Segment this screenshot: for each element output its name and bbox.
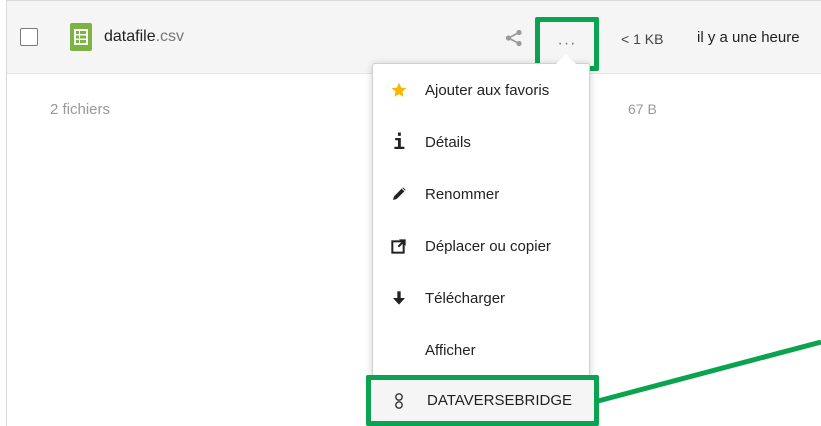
- summary-file-count: 2 fichiers: [50, 101, 111, 118]
- share-icon[interactable]: [504, 29, 524, 47]
- info-icon: i: [392, 130, 406, 154]
- file-name-base: datafile: [104, 28, 156, 45]
- menu-item-label: Afficher: [425, 341, 476, 359]
- file-extension: .csv: [155, 28, 185, 45]
- menu-item-label: Renommer: [425, 185, 500, 203]
- menu-item-label: Télécharger: [425, 289, 506, 307]
- download-icon: [387, 286, 411, 310]
- spreadsheet-file-icon: [70, 23, 92, 51]
- menu-item-dataversebridge[interactable]: DATAVERSEBRIDGE: [366, 375, 599, 426]
- file-actions-menu: Ajouter aux favoris i Détails Renommer D…: [372, 63, 590, 426]
- menu-item-label: Détails: [425, 133, 471, 151]
- menu-item-label: Ajouter aux favoris: [425, 81, 550, 99]
- file-modified-time: il y a une heure: [697, 29, 800, 46]
- star-icon: [387, 78, 411, 102]
- menu-item-favorite[interactable]: Ajouter aux favoris: [373, 64, 589, 116]
- menu-item-details[interactable]: i Détails: [373, 116, 589, 168]
- menu-arrow: [556, 54, 576, 64]
- summary-total-size: 67 B: [628, 101, 657, 117]
- more-dots-icon: ···: [557, 35, 577, 52]
- blank-icon: [387, 338, 411, 362]
- menu-item-rename[interactable]: Renommer: [373, 168, 589, 220]
- menu-item-label: Déplacer ou copier: [425, 237, 551, 255]
- pencil-icon: [387, 182, 411, 206]
- menu-item-label: DATAVERSEBRIDGE: [427, 392, 573, 409]
- menu-item-move-copy[interactable]: Déplacer ou copier: [373, 220, 589, 272]
- select-checkbox[interactable]: [20, 28, 38, 46]
- file-size: < 1 KB: [621, 31, 664, 47]
- menu-item-download[interactable]: Télécharger: [373, 272, 589, 324]
- menu-item-open[interactable]: Afficher: [373, 324, 589, 376]
- external-link-icon: [387, 234, 411, 258]
- dataverse-icon: [387, 389, 411, 413]
- file-name[interactable]: datafile.csv: [104, 28, 184, 46]
